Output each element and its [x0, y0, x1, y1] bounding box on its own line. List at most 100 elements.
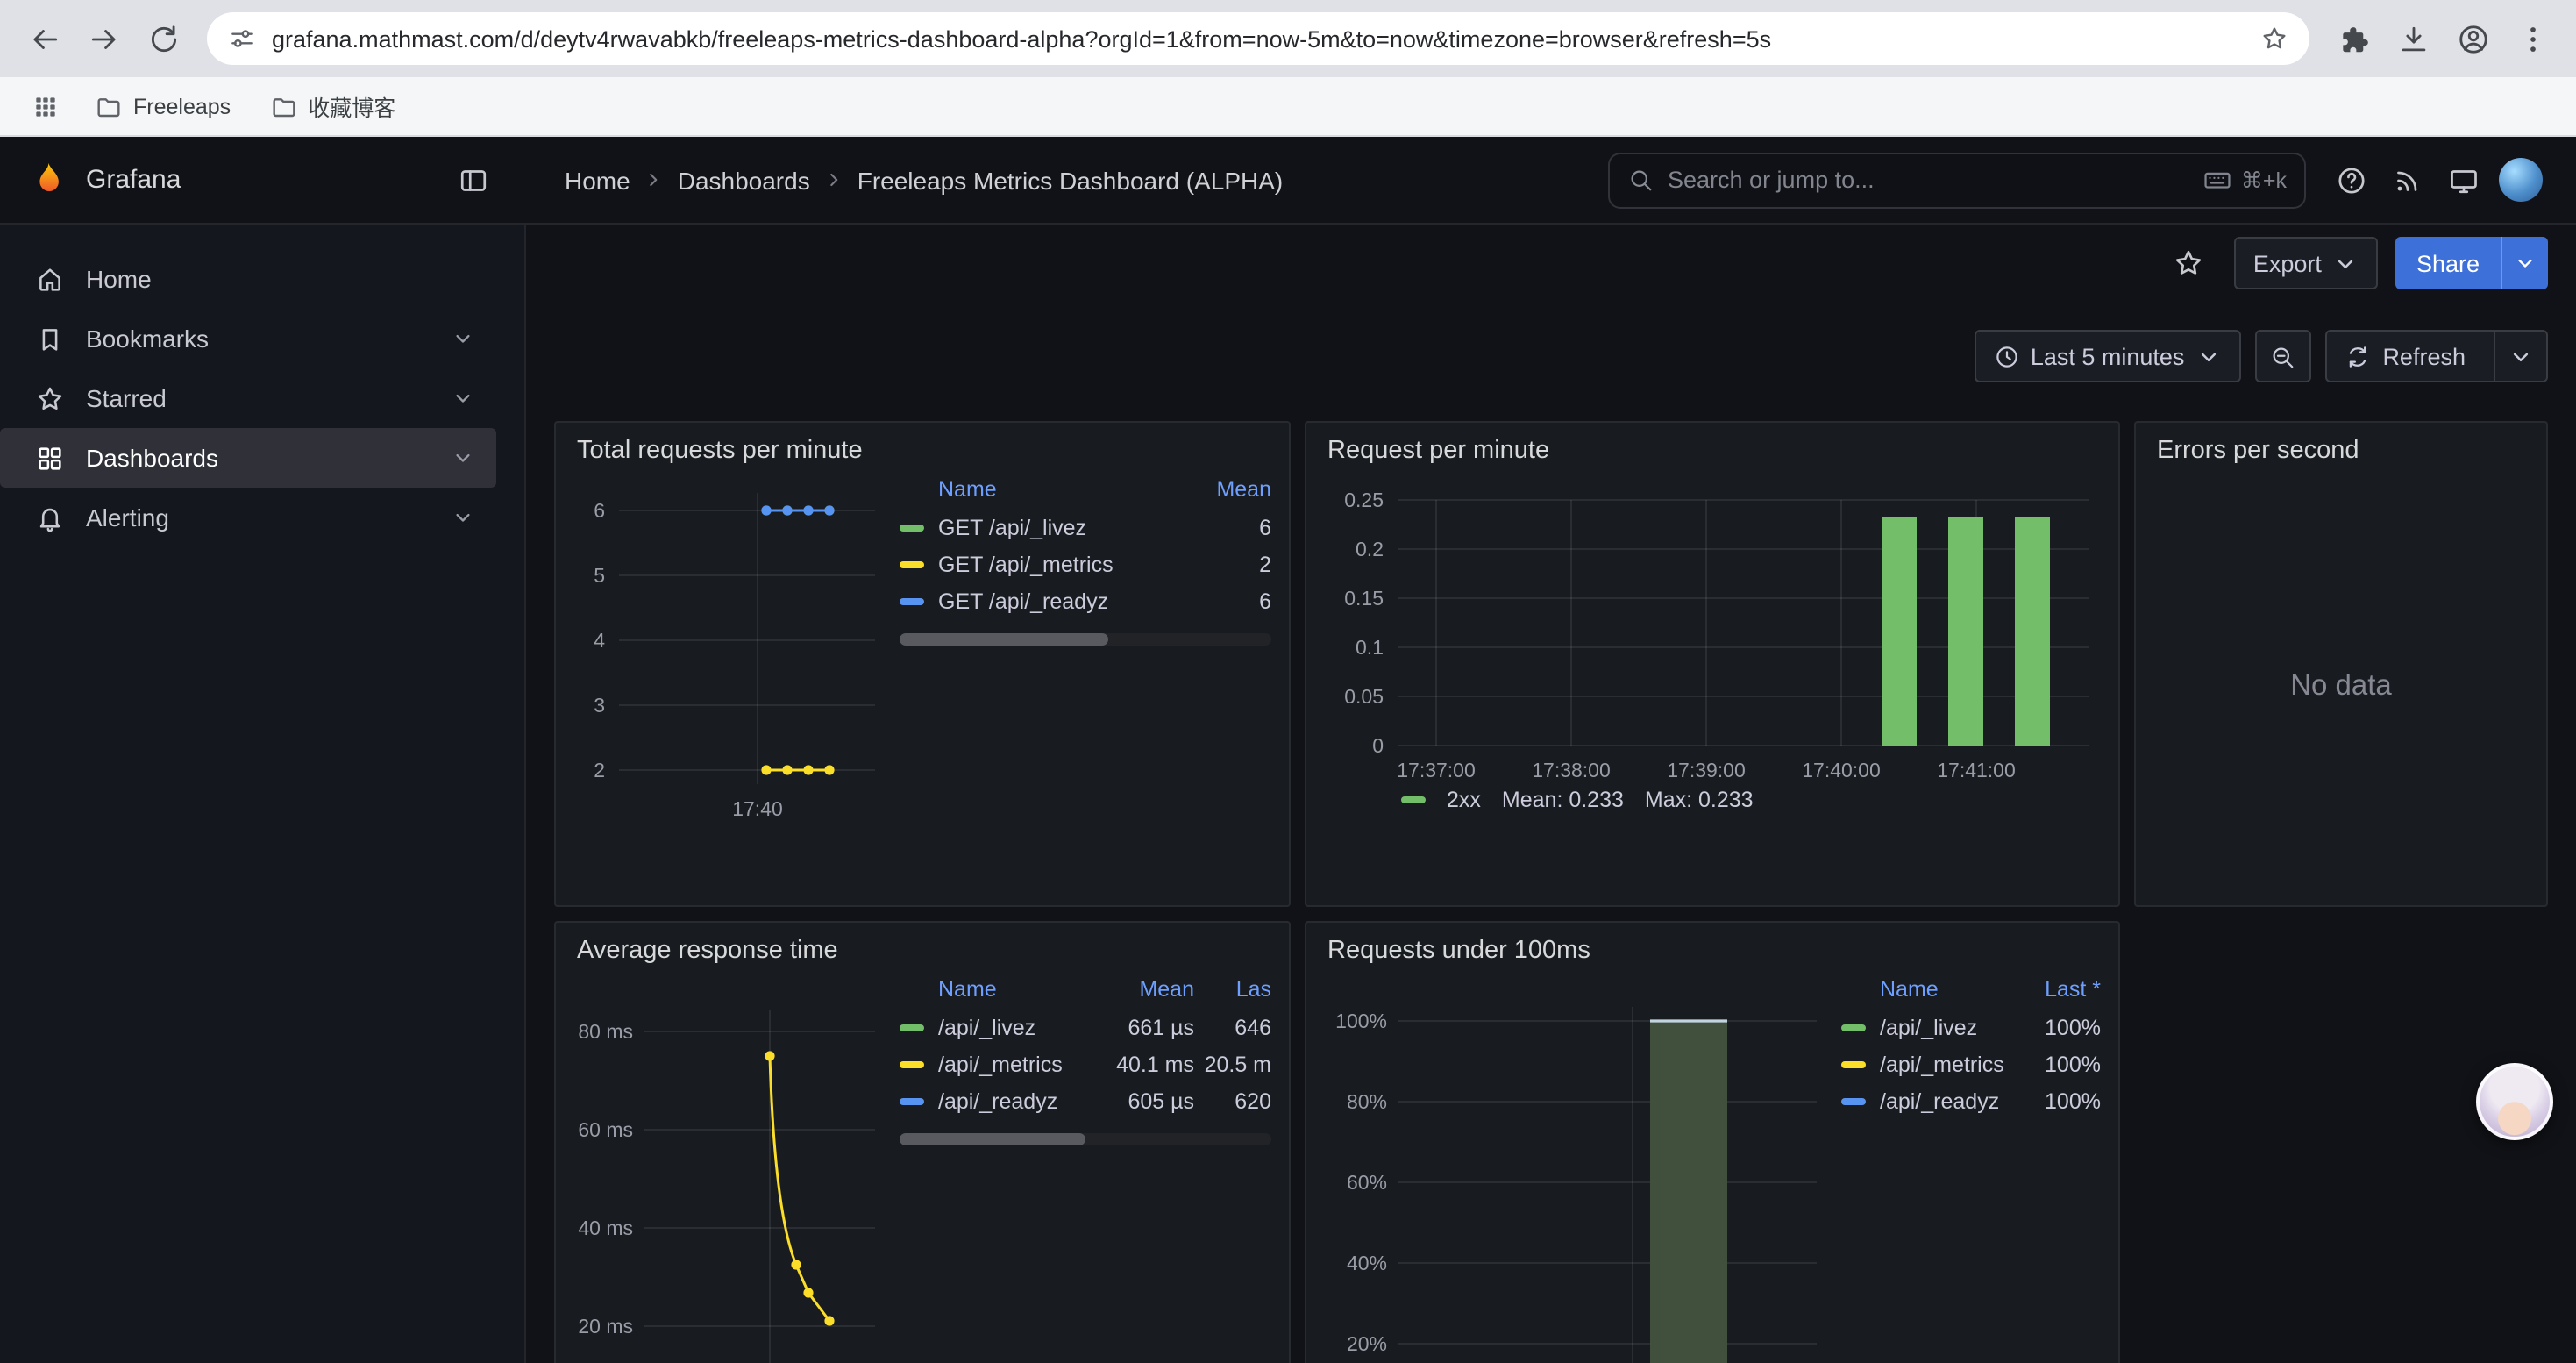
- sidebar-item-home[interactable]: Home: [0, 249, 496, 309]
- search-input[interactable]: [1668, 167, 2188, 193]
- panel-title[interactable]: Average response time: [556, 923, 1289, 968]
- bookmark-folder-blogs[interactable]: 收藏博客: [255, 82, 409, 130]
- x-tick: 17:41:00: [1937, 759, 2016, 781]
- news-button[interactable]: [2380, 152, 2436, 208]
- apps-shortcut-button[interactable]: [21, 82, 70, 131]
- legend-header-name[interactable]: Name: [900, 477, 1201, 502]
- refresh-button[interactable]: Refresh: [2326, 332, 2483, 381]
- legend-row-readyz[interactable]: GET /api/_readyz 6: [900, 582, 1271, 619]
- total-requests-chart[interactable]: 6 5 4 3 2 17:40: [573, 472, 882, 840]
- browser-back-button[interactable]: [14, 9, 74, 68]
- legend-header-name[interactable]: Name: [1841, 977, 2024, 1002]
- legend-row-metrics[interactable]: GET /api/_metrics 2: [900, 546, 1271, 582]
- legend-header-last[interactable]: Last *: [2024, 977, 2101, 1002]
- series-mean: Mean: 0.233: [1502, 788, 1624, 812]
- scrollbar-thumb[interactable]: [900, 1133, 1085, 1145]
- panel-title[interactable]: Total requests per minute: [556, 423, 1289, 468]
- avg-response-chart[interactable]: 80 ms 60 ms 40 ms 20 ms 0 s 17:40: [573, 972, 882, 1363]
- sidebar-item-starred[interactable]: Starred: [0, 368, 496, 428]
- browser-forward-button[interactable]: [74, 9, 133, 68]
- export-button[interactable]: Export: [2234, 237, 2378, 289]
- x-tick: 17:40: [732, 797, 783, 820]
- under-100ms-chart[interactable]: 100% 80% 60% 40% 20% 0% 17:40: [1324, 972, 1824, 1363]
- bookmark-folder-freeleaps[interactable]: Freeleaps: [81, 85, 245, 127]
- series-name: GET /api/_readyz: [938, 589, 1201, 613]
- profile-button[interactable]: [2492, 152, 2548, 208]
- chevron-down-icon[interactable]: [451, 326, 475, 351]
- series-max: Max: 0.233: [1645, 788, 1754, 812]
- legend-table: Name Mean GET /api/_livez 6: [900, 472, 1271, 891]
- legend-row-readyz[interactable]: /api/_readyz 605 µs 620: [900, 1082, 1271, 1119]
- zoom-out-button[interactable]: [2254, 330, 2310, 382]
- time-range-label: Last 5 minutes: [2031, 343, 2185, 369]
- chevron-right-icon: [822, 168, 845, 191]
- kiosk-mode-button[interactable]: [2436, 152, 2492, 208]
- panel-row-1: Total requests per minute 6: [554, 421, 2548, 907]
- bookmark-star-icon[interactable]: [2260, 25, 2288, 53]
- site-settings-icon[interactable]: [228, 25, 256, 53]
- bookmarks-bar: Freeleaps 收藏博客: [0, 77, 2576, 137]
- url-input[interactable]: [272, 25, 2245, 52]
- series-last: 20.5 m: [1194, 1052, 1271, 1076]
- monitor-icon: [2448, 164, 2480, 196]
- sidebar-item-dashboards[interactable]: Dashboards: [0, 428, 496, 488]
- time-range-picker[interactable]: Last 5 minutes: [1975, 330, 2241, 382]
- series-last: 100%: [2024, 1088, 2101, 1113]
- chevron-down-icon[interactable]: [451, 505, 475, 530]
- legend-row-metrics[interactable]: /api/_metrics 100%: [1841, 1045, 2101, 1082]
- legend-scrollbar[interactable]: [900, 1133, 1271, 1145]
- legend-scrollbar[interactable]: [900, 633, 1271, 646]
- sidebar-item-bookmarks[interactable]: Bookmarks: [0, 309, 496, 368]
- kebab-menu-icon: [2516, 22, 2549, 55]
- downloads-button[interactable]: [2383, 9, 2443, 68]
- y-tick: 0.05: [1344, 685, 1384, 708]
- legend-row-metrics[interactable]: /api/_metrics 40.1 ms 20.5 m: [900, 1045, 1271, 1082]
- refresh-interval-dropdown[interactable]: [2494, 332, 2546, 381]
- legend-row-readyz[interactable]: /api/_readyz 100%: [1841, 1082, 2101, 1119]
- chevron-down-icon[interactable]: [451, 446, 475, 470]
- legend-inline[interactable]: 2xx Mean: 0.233 Max: 0.233: [1324, 784, 2101, 812]
- percentage-bar: [1650, 1021, 1727, 1363]
- legend-header-mean[interactable]: Mean: [1092, 977, 1194, 1002]
- extensions-button[interactable]: [2323, 9, 2383, 68]
- panel-left-icon: [458, 164, 489, 196]
- breadcrumb-home[interactable]: Home: [565, 166, 630, 194]
- refresh-label: Refresh: [2382, 343, 2466, 369]
- keyboard-icon: [2202, 165, 2232, 195]
- mega-menu-toggle-button[interactable]: [445, 152, 502, 208]
- rss-icon: [2392, 164, 2423, 196]
- legend-row-livez[interactable]: GET /api/_livez 6: [900, 509, 1271, 546]
- series-name: /api/_readyz: [938, 1088, 1092, 1113]
- legend-table: Name Last * /api/_livez 100%: [1841, 972, 2101, 1363]
- request-per-minute-chart[interactable]: 0.25 0.2 0.15 0.1 0.05 0 17:37:00 17:38:…: [1324, 472, 2096, 784]
- assistant-avatar[interactable]: [2476, 1063, 2553, 1140]
- legend-row-livez[interactable]: /api/_livez 661 µs 646: [900, 1009, 1271, 1045]
- panel-title[interactable]: Request per minute: [1306, 423, 2118, 468]
- legend-header-name[interactable]: Name: [900, 977, 1092, 1002]
- browser-profile-button[interactable]: [2443, 9, 2502, 68]
- scrollbar-thumb[interactable]: [900, 633, 1107, 646]
- browser-reload-button[interactable]: [133, 9, 193, 68]
- bookmark-label: 收藏博客: [308, 89, 395, 123]
- grafana-logo-icon[interactable]: [28, 160, 68, 200]
- panel-title[interactable]: Requests under 100ms: [1306, 923, 2118, 968]
- breadcrumb-dashboards[interactable]: Dashboards: [678, 166, 810, 194]
- legend-header-mean[interactable]: Mean: [1201, 477, 1271, 502]
- series-color-swatch: [900, 1060, 924, 1067]
- chevron-down-icon[interactable]: [451, 386, 475, 410]
- series-color-swatch: [900, 1024, 924, 1031]
- share-button[interactable]: Share: [2395, 237, 2501, 289]
- favorite-dashboard-button[interactable]: [2160, 235, 2217, 291]
- address-bar[interactable]: [207, 12, 2309, 65]
- share-dropdown-button[interactable]: [2501, 237, 2548, 289]
- main-content: Export Share Last 5 minutes: [526, 225, 2576, 1363]
- help-button[interactable]: [2323, 152, 2380, 208]
- legend-header-last[interactable]: Las: [1194, 977, 1271, 1002]
- y-tick: 20%: [1347, 1332, 1387, 1355]
- sidebar-item-alerting[interactable]: Alerting: [0, 488, 496, 547]
- sidebar-item-label: Alerting: [86, 503, 169, 532]
- legend-row-livez[interactable]: /api/_livez 100%: [1841, 1009, 2101, 1045]
- browser-menu-button[interactable]: [2502, 9, 2562, 68]
- search-box[interactable]: ⌘+k: [1608, 152, 2306, 208]
- panel-title[interactable]: Errors per second: [2136, 423, 2546, 468]
